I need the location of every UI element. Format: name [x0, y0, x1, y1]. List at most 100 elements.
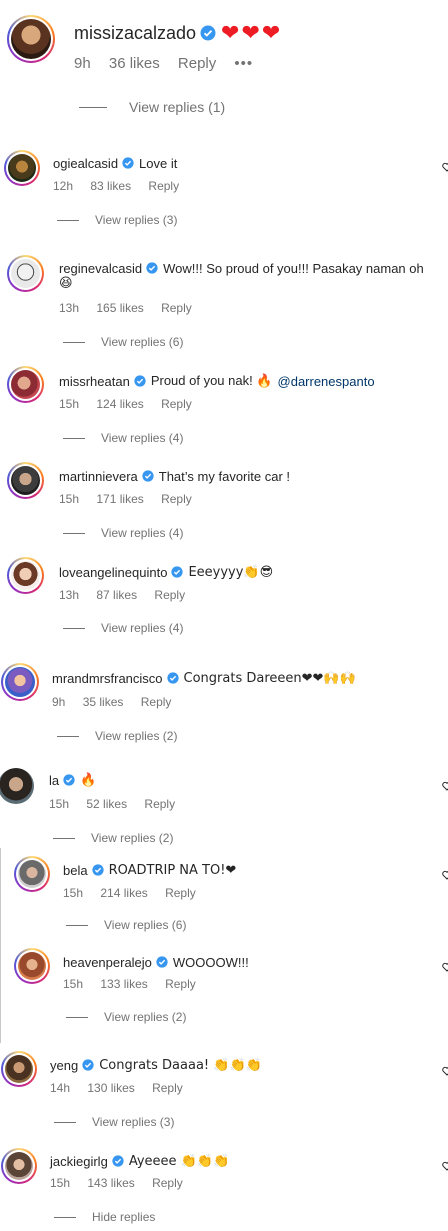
- username[interactable]: ogiealcasid: [53, 156, 118, 171]
- verified-badge-icon: [134, 375, 146, 387]
- view-replies-button[interactable]: View replies (4): [63, 526, 183, 540]
- comment-text: Proud of you nak! 🔥: [150, 373, 273, 388]
- view-replies-button[interactable]: View replies (2): [66, 1010, 186, 1024]
- comment-likes[interactable]: 87 likes: [96, 588, 137, 602]
- avatar[interactable]: [7, 15, 55, 63]
- username[interactable]: bela: [63, 863, 88, 878]
- comment-line: ogiealcasid Love it: [53, 154, 177, 172]
- comment-meta: 15h 143 likes Reply: [50, 1176, 197, 1190]
- heart-outline-icon[interactable]: [442, 962, 448, 972]
- comment-line: mrandmrsfrancisco Congrats Dareeen❤❤🙌🙌: [52, 669, 356, 687]
- comment-text: Eeeyyyy👏😎: [188, 564, 274, 580]
- comment-meta: 14h 130 likes Reply: [50, 1081, 197, 1095]
- avatar[interactable]: [14, 856, 50, 892]
- avatar[interactable]: [1, 663, 39, 701]
- verified-badge-icon: [122, 157, 134, 169]
- heart-outline-icon[interactable]: [442, 870, 448, 880]
- comment-line: bela ROADTRIP NA TO!❤: [63, 861, 236, 879]
- verified-badge-icon: [142, 470, 154, 482]
- verified-badge-icon: [82, 1059, 94, 1071]
- avatar[interactable]: [7, 557, 44, 594]
- comment-likes[interactable]: 130 likes: [87, 1081, 134, 1095]
- username[interactable]: loveangelinequinto: [59, 565, 167, 580]
- comment-time: 15h: [63, 977, 84, 991]
- comment-likes[interactable]: 133 likes: [100, 977, 147, 991]
- reply-button[interactable]: Reply: [161, 301, 192, 315]
- username[interactable]: jackiegirlg: [50, 1154, 108, 1169]
- more-options-icon[interactable]: •••: [234, 55, 253, 72]
- heart-outline-icon[interactable]: [442, 1066, 448, 1076]
- username[interactable]: mrandmrsfrancisco: [52, 671, 163, 686]
- avatar[interactable]: [4, 150, 40, 186]
- reply-button[interactable]: Reply: [161, 492, 192, 506]
- comment-likes[interactable]: 83 likes: [90, 179, 131, 193]
- view-replies-button[interactable]: View replies (2): [53, 831, 173, 845]
- comment-time: 9h: [52, 695, 66, 709]
- comment-text: Love it: [139, 155, 178, 171]
- heart-outline-icon[interactable]: [442, 781, 448, 791]
- comment-likes[interactable]: 171 likes: [96, 492, 143, 506]
- view-replies-button[interactable]: View replies (1): [79, 99, 225, 115]
- avatar[interactable]: [1, 1148, 37, 1184]
- reply-button[interactable]: Reply: [165, 886, 196, 900]
- reply-button[interactable]: Reply: [141, 695, 172, 709]
- comment-line: jackiegirlg Ayeeee 👏👏👏: [50, 1152, 229, 1170]
- reply-button[interactable]: Reply: [154, 588, 185, 602]
- avatar[interactable]: [14, 948, 50, 984]
- comment-text: WOOOOW!!!: [172, 954, 249, 970]
- comment-likes[interactable]: 165 likes: [96, 301, 143, 315]
- verified-badge-icon: [146, 262, 158, 274]
- username[interactable]: heavenperalejo: [63, 955, 152, 970]
- comment-line: missrheatan Proud of you nak! 🔥 @darrene…: [59, 372, 375, 390]
- mention-link[interactable]: @darrenespanto: [278, 374, 375, 389]
- username[interactable]: yeng: [50, 1058, 78, 1073]
- reply-button[interactable]: Reply: [148, 179, 179, 193]
- comment-likes[interactable]: 52 likes: [86, 797, 127, 811]
- view-replies-button[interactable]: View replies (2): [57, 729, 177, 743]
- username[interactable]: reginevalcasid: [59, 261, 142, 276]
- comment-likes[interactable]: 124 likes: [96, 397, 143, 411]
- view-replies-button[interactable]: View replies (4): [63, 431, 183, 445]
- reply-button[interactable]: Reply: [144, 797, 175, 811]
- reply-button[interactable]: Reply: [152, 1176, 183, 1190]
- comment-likes[interactable]: 35 likes: [83, 695, 124, 709]
- view-replies-button[interactable]: View replies (3): [54, 1115, 174, 1129]
- username[interactable]: martinnievera: [59, 469, 138, 484]
- comment-likes[interactable]: 214 likes: [100, 886, 147, 900]
- avatar[interactable]: [7, 462, 44, 499]
- reply-button[interactable]: Reply: [152, 1081, 183, 1095]
- reply-button[interactable]: Reply: [161, 397, 192, 411]
- comment-text: ❤❤❤: [221, 20, 283, 46]
- comment-text: Congrats Dareeen❤❤🙌🙌: [183, 670, 356, 686]
- view-replies-button[interactable]: View replies (3): [57, 213, 177, 227]
- comment-likes[interactable]: 143 likes: [87, 1176, 134, 1190]
- verified-badge-icon: [200, 25, 216, 41]
- view-replies-button[interactable]: View replies (4): [63, 621, 183, 635]
- view-replies-button[interactable]: View replies (6): [66, 918, 186, 932]
- comment-meta: 15h 214 likes Reply: [63, 886, 210, 900]
- avatar[interactable]: [0, 768, 34, 804]
- comment-meta: 9h 36 likes Reply •••: [74, 55, 267, 72]
- hide-replies-button[interactable]: Hide replies: [54, 1210, 155, 1224]
- username[interactable]: missrheatan: [59, 374, 130, 389]
- thread-divider: [0, 848, 1, 1043]
- comment-meta: 13h 87 likes Reply: [59, 588, 199, 602]
- view-replies-button[interactable]: View replies (6): [63, 335, 183, 349]
- comment-meta: 15h 52 likes Reply: [49, 797, 189, 811]
- heart-outline-icon[interactable]: [442, 162, 448, 172]
- avatar[interactable]: [1, 1051, 37, 1087]
- avatar[interactable]: [7, 255, 44, 292]
- comment-meta: 9h 35 likes Reply: [52, 695, 185, 709]
- reply-button[interactable]: Reply: [165, 977, 196, 991]
- verified-badge-icon: [171, 566, 184, 578]
- comment-meta: 15h 171 likes Reply: [59, 492, 206, 506]
- avatar[interactable]: [7, 366, 44, 403]
- reply-button[interactable]: Reply: [178, 55, 216, 72]
- comment-line: reginevalcasid Wow!!! So proud of you!!!…: [59, 259, 424, 277]
- username[interactable]: missizacalzado: [74, 23, 196, 44]
- heart-outline-icon[interactable]: [442, 1161, 448, 1171]
- comment-meta: 12h 83 likes Reply: [53, 179, 193, 193]
- comment-time: 15h: [49, 797, 70, 811]
- username[interactable]: la: [49, 773, 59, 788]
- comment-likes[interactable]: 36 likes: [109, 55, 160, 72]
